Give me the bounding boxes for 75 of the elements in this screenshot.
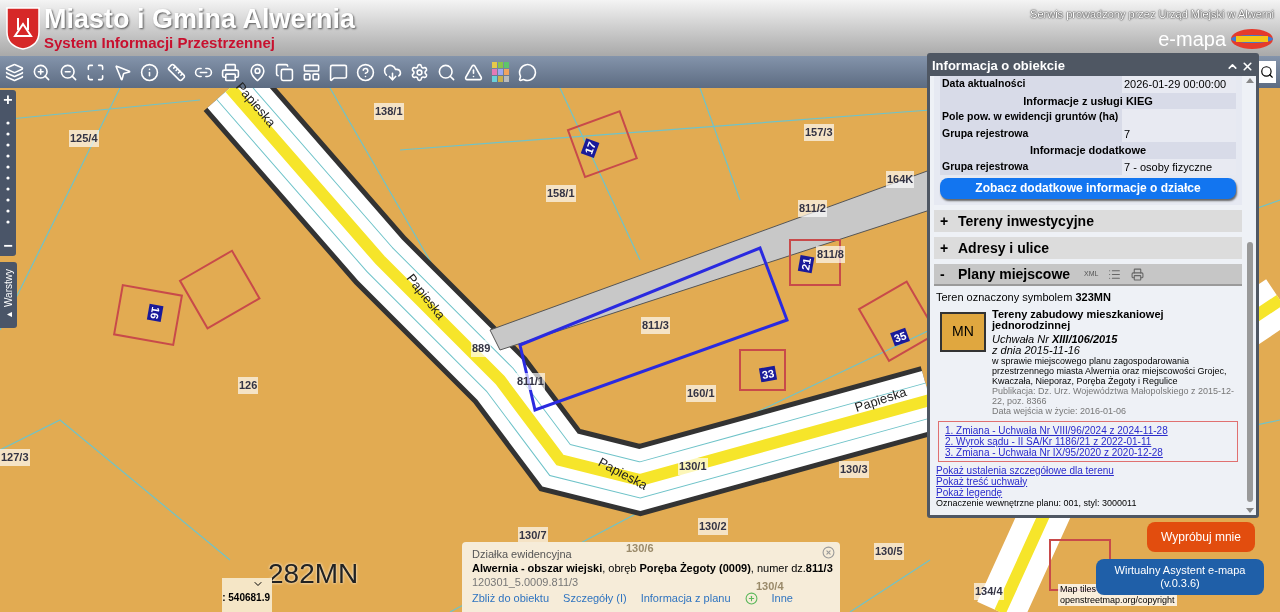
row-label: Data aktualności (940, 76, 1122, 93)
parcel-number: 130/1 (678, 458, 708, 475)
coat-of-arms-icon (6, 6, 40, 50)
parcel-number: 130/3 (839, 461, 869, 478)
parcel-number: 811/8 (816, 246, 845, 263)
parcel-number: 157/3 (804, 124, 834, 141)
expand-sign[interactable]: + (940, 210, 948, 232)
section-title: Plany miejscowe (958, 264, 1071, 284)
attribution-text: Map tiles (1060, 584, 1096, 595)
resolution-number: Uchwała Nr XIII/106/2015 (992, 333, 1119, 345)
attribution-link[interactable]: openstreetmap.org/copyright (1060, 595, 1175, 606)
zone-badge: MN (940, 311, 986, 352)
plan-link[interactable]: Pokaż ustalenia szczegółowe dla terenu (936, 464, 1240, 476)
popup-type: Działka ewidencyjna (472, 547, 572, 561)
parcel-number: 130/6 (626, 541, 654, 555)
effective-date: Data wejścia w życie: 2016-01-06 (992, 405, 1128, 416)
parcel-number: 889 (471, 340, 492, 357)
color-grid-icon[interactable] (490, 60, 511, 84)
parcel-number: 164K (886, 171, 915, 188)
close-icon[interactable] (1241, 59, 1254, 73)
print-icon[interactable] (1131, 267, 1145, 281)
coordinate-value: : 540681.9 (222, 591, 270, 605)
row-heading: Informacje dodatkowe (940, 142, 1236, 159)
zone-symbol: 282MN (268, 557, 359, 591)
change-link[interactable]: 3. Zmiana - Uchwała Nr IX/95/2020 z 2020-12-28 (945, 446, 1231, 458)
parcel-number: 138/1 (374, 103, 404, 120)
parcel-number: 811/3 (641, 317, 670, 334)
internal-designation: Oznaczenie wewnętrzne planu: 001, styl: 3000011 (936, 497, 1138, 509)
list-icon[interactable] (1108, 267, 1122, 281)
publication-info: Publikacja: Dz. Urz. Województwa Małopolskiego z 2015-12-22, poz. 8366 (992, 385, 1235, 406)
parcel-number: 811/2 (798, 200, 827, 217)
more-info-button[interactable]: Zobacz dodatkowe informacje o działce (940, 177, 1236, 199)
parcel-id: 120301_5.0009.811/3 (472, 575, 579, 589)
site-subtitle: System Informacji Przestrzennej (44, 35, 276, 50)
parcel-number: 130/2 (698, 518, 728, 535)
parcel-number: 130/7 (518, 527, 548, 544)
zoom-out-button[interactable]: − (3, 238, 13, 254)
parcel-number: 126 (238, 377, 259, 394)
change-link[interactable]: 2. Wyrok sądu - II SA/Kr 1186/21 z 2022-01-11 (945, 435, 1231, 447)
popup-link[interactable]: Szczegóły (I) (563, 591, 627, 605)
zone-symbol-line: Teren oznaczony symbolem 323MN (936, 290, 1112, 305)
other-link[interactable]: Inne (771, 591, 793, 605)
service-note: Serwis prowadzony przez Urząd Miejski w Alwerni (1030, 6, 1274, 23)
parcel-number: 134/4 (974, 583, 1004, 600)
change-link[interactable]: 1. Zmiana - Uchwała Nr VIII/96/2024 z 2024-11-28 (945, 424, 1231, 436)
expand-sign[interactable]: - (940, 263, 948, 285)
parcel-number: 130/5 (874, 543, 904, 560)
site-title: Miasto i Gmina Alwernia (44, 6, 356, 33)
section-header[interactable]: + Tereny inwestycyjne (934, 210, 1242, 232)
zone-name: Tereny zabudowy mieszkaniowej jednorodzinnej (992, 308, 1165, 331)
parcel-number: 130/4 (756, 579, 784, 593)
resolution-subject: w sprawie miejscowego planu zagospodarowania przestrzennego miasta Alwernia oraz miejscowości Grojec, Kwaczała, Nieporaz, Poręba Żegoty i Regulice (992, 355, 1228, 386)
parcel-number: 127/3 (0, 449, 30, 466)
section-title: Tereny inwestycyjne (958, 211, 1094, 231)
plan-link[interactable]: Pokaż legendę (936, 486, 1240, 498)
section-title: Adresy i ulice (958, 238, 1050, 258)
parcel-description: Alwernia - obszar wiejski, obręb Poręba Żegoty (0009), numer dz.811/3 (472, 561, 833, 575)
popup-link[interactable]: Informacja z planu (640, 591, 731, 605)
try-me-button[interactable]: Wypróbuj mnie (1147, 522, 1255, 552)
parcel-number: 160/1 (686, 385, 716, 402)
zoom-in-button[interactable]: + (3, 92, 13, 108)
globe-logo-icon (1230, 28, 1274, 51)
section-header[interactable]: + Adresy i ulice (934, 237, 1242, 259)
resolution-date: z dnia 2015-11-16 (992, 344, 1081, 356)
panel-title: Informacja o obiekcie (932, 57, 1065, 76)
brand-name: e-mapa (1158, 29, 1226, 50)
expand-sign[interactable]: + (940, 237, 948, 259)
parcel-number: 158/1 (546, 185, 576, 202)
layers-tab[interactable]: ▸ Warstwy (0, 262, 17, 328)
parcel-number: 811/1 (516, 373, 545, 390)
row-label: Pole pow. w ewidencji gruntów (ha) (940, 109, 1122, 126)
parcel-number: 125/4 (69, 130, 99, 147)
popup-link[interactable]: Zbliż do obiektu (472, 591, 550, 605)
plan-link[interactable]: Pokaż treść uchwały (936, 475, 1240, 487)
assistant-button[interactable]: Wirtualny Asystent e-mapa (v.0.3.6) (1096, 559, 1264, 595)
